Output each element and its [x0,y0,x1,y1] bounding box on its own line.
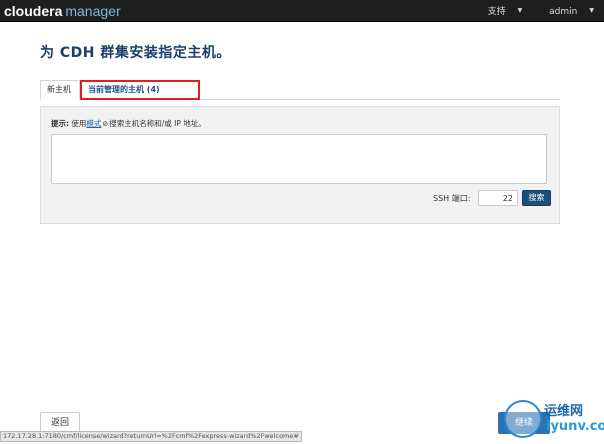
host-search-panel: 提示: 使用模式⊘搜索主机名称和/或 IP 地址。 SSH 端口: 搜索 [40,106,560,224]
ssh-port-label: SSH 端口: [433,194,471,203]
watermark-text: 运维网 [544,404,584,419]
brand-logo[interactable]: cloudera manager [4,2,121,20]
brand-sub: manager [65,3,121,19]
search-hint: 提示: 使用模式⊘搜索主机名称和/或 IP 地址。 [51,119,206,128]
watermark-logo-icon [504,400,542,438]
top-navbar: cloudera manager 支持 ▼ admin ▼ [0,0,604,22]
search-button[interactable]: 搜索 [522,190,551,206]
watermark: 运维网 iyunv.com [504,396,604,442]
caret-down-icon: ▼ [517,7,523,14]
watermark-domain: iyunv.com [546,419,604,434]
brand-main: cloudera [4,3,63,19]
tab-new-hosts[interactable]: 新主机 [40,80,80,100]
support-menu[interactable]: 支持 ▼ [476,7,523,17]
help-icon: ⊘ [102,120,109,128]
tab-managed-hosts[interactable]: 当前管理的主机 (4) [80,80,200,100]
browser-status-bar: 172.17.28.1:7180/cmf/license/wizard?retu… [0,431,302,442]
ssh-port-input[interactable] [478,190,518,206]
pattern-link[interactable]: 模式 [86,119,101,128]
host-names-input[interactable] [51,134,547,184]
top-nav: 支持 ▼ admin ▼ [464,4,594,19]
caret-down-icon: ▼ [589,7,594,14]
page-title: 为 CDH 群集安装指定主机。 [40,45,231,61]
user-menu[interactable]: admin ▼ [537,7,594,17]
